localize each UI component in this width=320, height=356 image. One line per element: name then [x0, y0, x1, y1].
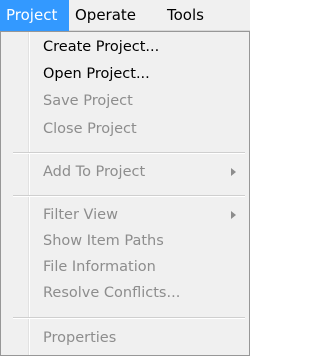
menu-item-save-project: Save Project: [1, 89, 249, 113]
menu-item-label: Save Project: [43, 93, 133, 109]
menu-project[interactable]: Project: [0, 0, 69, 31]
menu-item-close-project: Close Project: [1, 117, 249, 141]
menu-item-resolve-conflicts: Resolve Conflicts...: [1, 281, 249, 305]
menu-operate[interactable]: Operate: [69, 0, 161, 31]
menu-separator: [13, 152, 245, 154]
menu-item-file-information: File Information: [1, 255, 249, 279]
menu-item-properties: Properties: [1, 326, 249, 350]
menu-bar: Project Operate Tools: [0, 0, 250, 31]
triangle-right-icon: [231, 211, 236, 219]
menu-item-label: Properties: [43, 330, 117, 346]
menu-item-label: Filter View: [43, 207, 118, 223]
menu-separator: [13, 317, 245, 319]
menu-item-show-item-paths: Show Item Paths: [1, 229, 249, 253]
menu-item-label: Close Project: [43, 121, 137, 137]
menu-item-filter-view: Filter View: [1, 203, 249, 227]
project-dropdown-menu: Create Project... Open Project... Save P…: [0, 31, 250, 356]
menu-item-label: File Information: [43, 259, 156, 275]
menu-item-label: Create Project...: [43, 39, 160, 55]
triangle-right-icon: [231, 168, 236, 176]
menu-item-label: Resolve Conflicts...: [43, 285, 181, 301]
menu-item-add-to-project: Add To Project: [1, 160, 249, 184]
menu-item-open-project[interactable]: Open Project...: [1, 62, 249, 86]
menu-item-label: Show Item Paths: [43, 233, 164, 249]
menu-item-label: Open Project...: [43, 66, 150, 82]
menu-tools[interactable]: Tools: [161, 0, 250, 31]
menu-separator: [13, 195, 245, 197]
menu-item-create-project[interactable]: Create Project...: [1, 35, 249, 59]
menu-item-label: Add To Project: [43, 164, 146, 180]
